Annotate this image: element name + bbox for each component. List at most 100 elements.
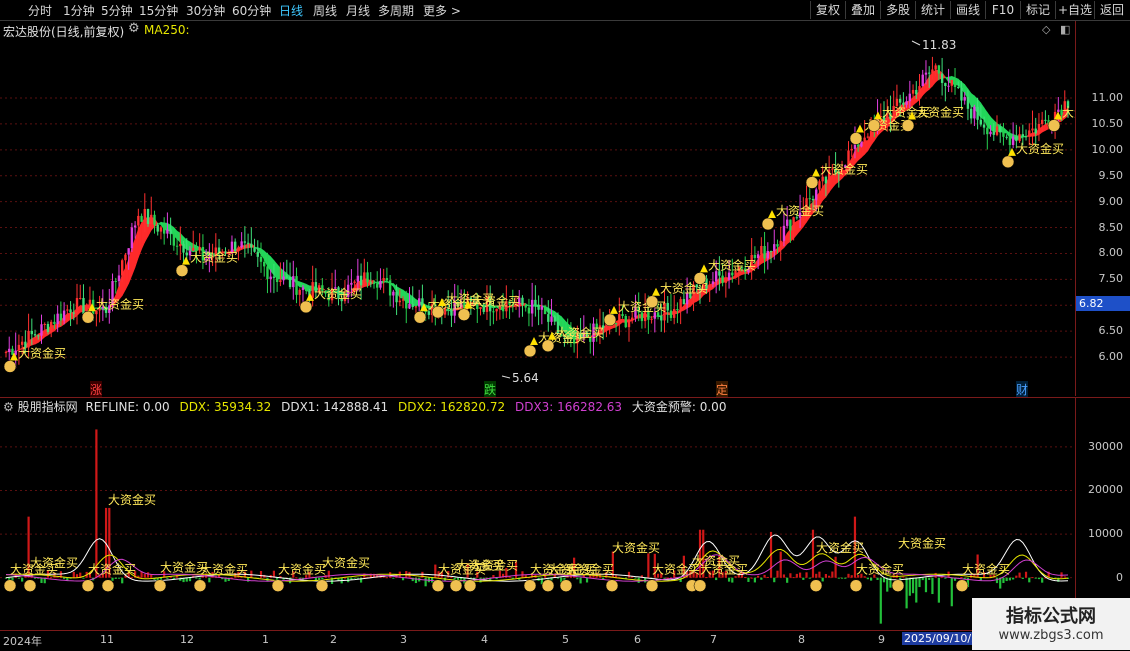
candle-body	[399, 301, 401, 303]
ddx-bar	[492, 575, 494, 578]
tab-multi-period[interactable]: 多周期	[378, 2, 414, 19]
candle-body	[809, 198, 811, 199]
ddx-bar	[818, 572, 820, 578]
candle-body	[725, 280, 727, 283]
candle-body	[386, 278, 388, 280]
candle-body	[1009, 137, 1011, 145]
candle-body	[1025, 136, 1027, 137]
ddx-bar	[757, 576, 759, 578]
price-tick-label: 10.50	[1092, 117, 1124, 130]
tab-monthly[interactable]: 月线	[346, 2, 370, 19]
indicator-signal-label: 大资金买	[962, 562, 1010, 577]
ddx-bar	[886, 578, 888, 592]
ddx-bar	[731, 578, 733, 583]
candle-body	[5, 352, 7, 353]
candle-body	[628, 320, 630, 327]
ddx-bar	[851, 575, 853, 577]
indicator-tick-label: 10000	[1088, 527, 1123, 540]
candle-body	[282, 276, 284, 280]
candle-body	[1002, 132, 1004, 136]
tab-30min[interactable]: 30分钟	[186, 2, 225, 19]
ddx-bar	[121, 578, 123, 584]
money-bag-icon	[694, 580, 706, 592]
candle-body	[34, 334, 36, 335]
money-bag-icon	[542, 580, 554, 592]
fuquan-button[interactable]: 复权	[810, 1, 845, 19]
ddx-bar	[647, 553, 649, 577]
tab-15min[interactable]: 15分钟	[139, 2, 178, 19]
ddx-bar	[705, 577, 707, 578]
money-bag-icon	[694, 272, 706, 284]
tab-60min[interactable]: 60分钟	[232, 2, 271, 19]
overlay-button[interactable]: 叠加	[845, 1, 880, 19]
month-label: 9	[878, 633, 885, 646]
candle-body	[528, 308, 530, 314]
candle-body	[79, 298, 81, 299]
candle-body	[983, 125, 985, 128]
draw-line-button[interactable]: 画线	[950, 1, 985, 19]
event-marker-cai[interactable]: 财	[1016, 381, 1028, 398]
buy-arrow-icon	[652, 288, 660, 296]
event-marker-zhang[interactable]: 涨	[90, 381, 102, 398]
candle-body	[660, 316, 662, 321]
candle-body	[350, 283, 352, 285]
candle-body	[925, 73, 927, 75]
ddx-bar	[838, 578, 840, 579]
candle-body	[286, 276, 288, 277]
ddx-bar	[663, 578, 665, 579]
ddx-bar	[250, 571, 252, 578]
candle-body	[73, 313, 75, 314]
tab-more[interactable]: 更多 >	[423, 2, 461, 19]
event-marker-ding[interactable]: 定	[716, 381, 728, 398]
candle-body	[986, 128, 988, 135]
candle-body	[676, 309, 678, 310]
indicator-panel[interactable]: ⚙ 股朋指标网 REFLINE: 0.00 DDX: 35934.32 DDX1…	[0, 398, 1075, 630]
ddx-bar	[867, 578, 869, 580]
ddx-bar	[728, 578, 730, 582]
f10-button[interactable]: F10	[985, 1, 1020, 19]
month-label: 5	[562, 633, 569, 646]
ddx-bar	[915, 578, 917, 603]
candle-body	[1018, 134, 1020, 141]
candle-body	[902, 103, 904, 105]
ddx-bar	[812, 530, 814, 578]
candle-body	[353, 282, 355, 283]
candle-body	[63, 311, 65, 321]
candle-body	[257, 252, 259, 257]
tab-weekly[interactable]: 周线	[313, 2, 337, 19]
indicator-signal-label: 大资金买	[200, 562, 248, 577]
month-label: 11	[100, 633, 114, 646]
indicator-tick-label: 20000	[1088, 483, 1123, 496]
tab-fenshi[interactable]: 分时	[28, 2, 52, 19]
add-watchlist-button[interactable]: +自选	[1055, 1, 1094, 19]
ddx-bar	[1031, 577, 1033, 578]
tab-daily[interactable]: 日线	[279, 2, 303, 19]
tab-5min[interactable]: 5分钟	[101, 2, 133, 19]
ddx-bar	[95, 429, 97, 577]
cursor-date-label: 2025/09/10/3	[902, 632, 980, 645]
event-marker-die[interactable]: 跌	[484, 381, 496, 398]
money-bag-icon	[316, 580, 328, 592]
candle-body	[408, 304, 410, 309]
ddx-bar	[922, 578, 924, 580]
candle-body	[951, 80, 953, 86]
candle-body	[82, 298, 84, 314]
candle-body	[173, 234, 175, 246]
candle-body	[295, 276, 297, 295]
multi-stock-button[interactable]: 多股	[880, 1, 915, 19]
ddx-bar	[799, 573, 801, 578]
candle-body	[144, 209, 146, 222]
money-bag-icon	[646, 580, 658, 592]
candle-body	[495, 309, 497, 311]
ddx-bar	[825, 574, 827, 578]
back-button[interactable]: 返回	[1094, 1, 1129, 19]
signal-label: 大资金买	[1016, 141, 1064, 156]
candle-body	[121, 260, 123, 275]
mark-button[interactable]: 标记	[1020, 1, 1055, 19]
price-chart-panel[interactable]: 宏达股份(日线,前复权) ⚙ MA250: ◇ ◧ 大资金买大资金买大资金买大资…	[0, 21, 1075, 396]
candle-body	[360, 276, 362, 286]
stats-button[interactable]: 统计	[915, 1, 950, 19]
candle-body	[1022, 134, 1024, 136]
money-bag-icon	[1002, 156, 1014, 168]
tab-1min[interactable]: 1分钟	[63, 2, 95, 19]
